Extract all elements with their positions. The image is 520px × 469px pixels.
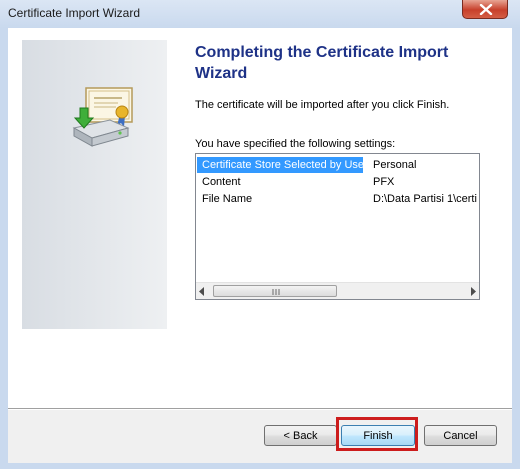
title-bar: Certificate Import Wizard bbox=[0, 0, 520, 29]
certificate-import-icon bbox=[72, 87, 133, 147]
footer-separator bbox=[8, 408, 512, 410]
setting-value: D:\Data Partisi 1\certi bbox=[373, 193, 477, 205]
window-title: Certificate Import Wizard bbox=[8, 6, 141, 20]
page-description: The certificate will be imported after y… bbox=[195, 99, 450, 111]
list-item[interactable]: Certificate Store Selected by User Perso… bbox=[196, 157, 479, 173]
scroll-right-icon[interactable] bbox=[469, 287, 477, 296]
horizontal-scrollbar[interactable] bbox=[196, 282, 479, 299]
list-item[interactable]: Content PFX bbox=[196, 174, 479, 190]
close-icon bbox=[479, 4, 493, 15]
wizard-client-area: Completing the Certificate Import Wizard… bbox=[8, 28, 512, 463]
window-frame-bottom bbox=[0, 463, 520, 469]
setting-key: Certificate Store Selected by User bbox=[197, 157, 368, 173]
page-title: Completing the Certificate Import Wizard bbox=[195, 44, 449, 82]
setting-key: File Name bbox=[202, 193, 253, 205]
setting-value: Personal bbox=[373, 159, 417, 171]
wizard-content-panel: Completing the Certificate Import Wizard… bbox=[8, 28, 512, 408]
back-button[interactable]: < Back bbox=[264, 425, 337, 446]
window-frame-left bbox=[0, 28, 8, 469]
scrollbar-grip-icon bbox=[272, 289, 280, 295]
scroll-left-icon[interactable] bbox=[198, 287, 206, 296]
settings-label: You have specified the following setting… bbox=[195, 138, 396, 150]
settings-list[interactable]: Certificate Store Selected by User Perso… bbox=[195, 153, 480, 300]
wizard-side-panel bbox=[22, 40, 167, 329]
setting-key: Content bbox=[202, 176, 241, 188]
cancel-button[interactable]: Cancel bbox=[424, 425, 497, 446]
finish-highlight-box bbox=[336, 417, 418, 451]
list-item[interactable]: File Name D:\Data Partisi 1\certi bbox=[196, 191, 479, 207]
window-frame-right bbox=[512, 28, 520, 469]
scrollbar-thumb[interactable] bbox=[213, 285, 337, 297]
setting-value: PFX bbox=[373, 176, 395, 188]
close-button[interactable] bbox=[462, 0, 508, 19]
